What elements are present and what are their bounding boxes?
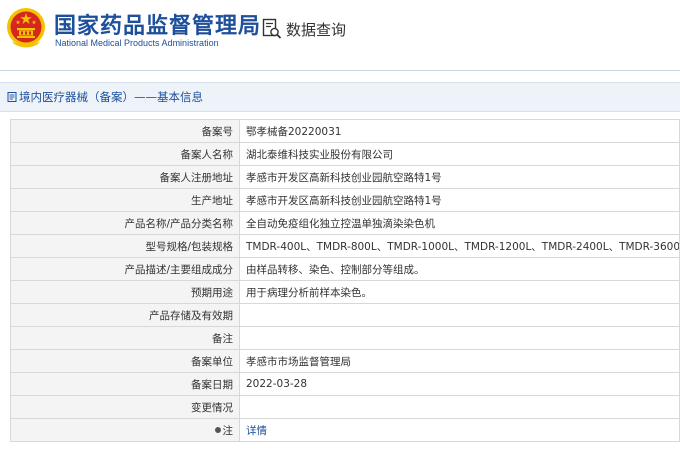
row-label: 生产地址 bbox=[10, 188, 240, 212]
table-row: 备案日期 2022-03-28 bbox=[10, 372, 680, 396]
row-label: 预期用途 bbox=[10, 280, 240, 304]
national-emblem-icon bbox=[7, 8, 45, 48]
table-row: 备案号 鄂孝械备20220031 bbox=[10, 119, 680, 143]
bullet-dot-icon bbox=[214, 426, 221, 433]
table-row: 产品名称/产品分类名称 全自动免疫组化独立控温单独滴染染色机 bbox=[10, 211, 680, 235]
row-label: 备注 bbox=[10, 326, 240, 350]
details-link[interactable]: 详情 bbox=[246, 425, 267, 437]
row-value bbox=[239, 395, 680, 419]
row-label: 产品描述/主要组成成分 bbox=[10, 257, 240, 281]
table-row: 预期用途 用于病理分析前样本染色。 bbox=[10, 280, 680, 304]
document-icon bbox=[7, 92, 17, 102]
row-label: 备案号 bbox=[10, 119, 240, 143]
site-header: 国家药品监督管理局 National Medical Products Admi… bbox=[0, 0, 680, 71]
row-value: 孝感市开发区高新科技创业园航空路特1号 bbox=[239, 188, 680, 212]
row-label: 备案人注册地址 bbox=[10, 165, 240, 189]
table-row: 备案单位 孝感市市场监督管理局 bbox=[10, 349, 680, 373]
table-row: 生产地址 孝感市开发区高新科技创业园航空路特1号 bbox=[10, 188, 680, 212]
site-title-en: National Medical Products Administration bbox=[55, 38, 219, 48]
row-value bbox=[239, 303, 680, 327]
row-value: TMDR-400L、TMDR-800L、TMDR-1000L、TMDR-1200… bbox=[239, 234, 680, 258]
row-value: 湖北泰维科技实业股份有限公司 bbox=[239, 142, 680, 166]
table-row: 备注 bbox=[10, 326, 680, 350]
note-label: 注 bbox=[222, 424, 234, 437]
table-row: 备案人名称 湖北泰维科技实业股份有限公司 bbox=[10, 142, 680, 166]
row-value: 鄂孝械备20220031 bbox=[239, 119, 680, 143]
data-query-title: 数据查询 bbox=[286, 21, 347, 39]
table-row: 变更情况 bbox=[10, 395, 680, 419]
site-title-cn: 国家药品监督管理局 bbox=[54, 14, 262, 39]
table-row: 型号规格/包装规格 TMDR-400L、TMDR-800L、TMDR-1000L… bbox=[10, 234, 680, 258]
table-row: 产品描述/主要组成成分 由样品转移、染色、控制部分等组成。 bbox=[10, 257, 680, 281]
table-row-note: 注 详情 bbox=[10, 418, 680, 442]
row-label: 备案人名称 bbox=[10, 142, 240, 166]
section-title: 境内医疗器械（备案）——基本信息 bbox=[19, 90, 203, 104]
row-value: 由样品转移、染色、控制部分等组成。 bbox=[239, 257, 680, 281]
row-label: 产品名称/产品分类名称 bbox=[10, 211, 240, 235]
row-value: 孝感市开发区高新科技创业园航空路特1号 bbox=[239, 165, 680, 189]
row-value-note: 详情 bbox=[239, 418, 680, 442]
row-label: 产品存储及有效期 bbox=[10, 303, 240, 327]
row-value: 孝感市市场监督管理局 bbox=[239, 349, 680, 373]
row-label-note: 注 bbox=[10, 418, 240, 442]
row-label: 型号规格/包装规格 bbox=[10, 234, 240, 258]
row-label: 备案日期 bbox=[10, 372, 240, 396]
record-info-table: 备案号 鄂孝械备20220031 备案人名称 湖北泰维科技实业股份有限公司 备案… bbox=[10, 119, 680, 442]
row-value: 用于病理分析前样本染色。 bbox=[239, 280, 680, 304]
row-value: 全自动免疫组化独立控温单独滴染染色机 bbox=[239, 211, 680, 235]
table-row: 备案人注册地址 孝感市开发区高新科技创业园航空路特1号 bbox=[10, 165, 680, 189]
row-value bbox=[239, 326, 680, 350]
row-label: 变更情况 bbox=[10, 395, 240, 419]
document-search-icon bbox=[262, 18, 282, 39]
row-value: 2022-03-28 bbox=[239, 372, 680, 396]
section-header: 境内医疗器械（备案）——基本信息 bbox=[0, 82, 680, 112]
table-row: 产品存储及有效期 bbox=[10, 303, 680, 327]
row-label: 备案单位 bbox=[10, 349, 240, 373]
